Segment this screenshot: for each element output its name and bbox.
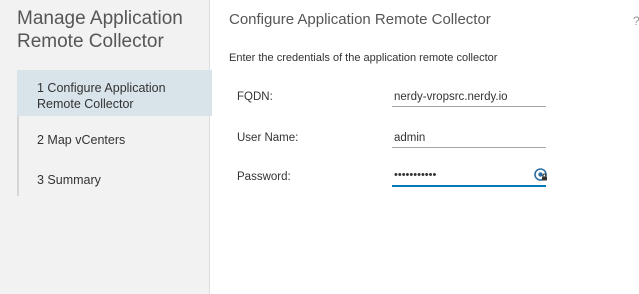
step-configure-application-remote-collector[interactable]: 1 Configure Application Remote Collector [17, 70, 212, 116]
fqdn-row: FQDN: [237, 87, 557, 109]
step-label: 2 Map vCenters [37, 133, 126, 147]
wizard-steps: 1 Configure Application Remote Collector… [17, 70, 212, 196]
password-input[interactable] [392, 167, 546, 187]
password-label: Password: [237, 171, 291, 183]
fqdn-label: FQDN: [237, 91, 273, 103]
wizard-sidebar: Manage Application Remote Collector 1 Co… [0, 0, 212, 294]
page-title: Configure Application Remote Collector [229, 11, 491, 28]
step-label: 1 Configure Application Remote Collector [37, 81, 166, 111]
username-row: User Name: [237, 128, 557, 150]
password-row: Password: ••••••••••• [237, 167, 557, 189]
main-content: Configure Application Remote Collector ?… [210, 0, 639, 294]
wizard-title: Manage Application Remote Collector [17, 8, 183, 52]
step-map-vcenters[interactable]: 2 Map vCenters [19, 132, 212, 156]
help-icon[interactable]: ? [633, 14, 639, 28]
username-input[interactable] [392, 128, 546, 148]
step-summary[interactable]: 3 Summary [19, 172, 212, 196]
step-label: 3 Summary [37, 173, 101, 187]
password-manager-icon[interactable] [534, 168, 548, 182]
app-window: Manage Application Remote Collector 1 Co… [0, 0, 639, 294]
page-subtitle: Enter the credentials of the application… [229, 52, 498, 64]
username-label: User Name: [237, 132, 299, 144]
fqdn-input[interactable] [392, 87, 546, 107]
